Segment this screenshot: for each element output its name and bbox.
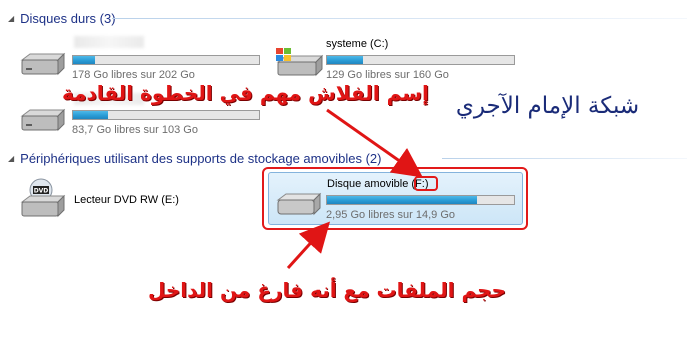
annotation-arrows xyxy=(286,108,423,270)
arrow-to-size xyxy=(286,221,331,270)
arrow-to-drive-letter xyxy=(326,108,423,178)
